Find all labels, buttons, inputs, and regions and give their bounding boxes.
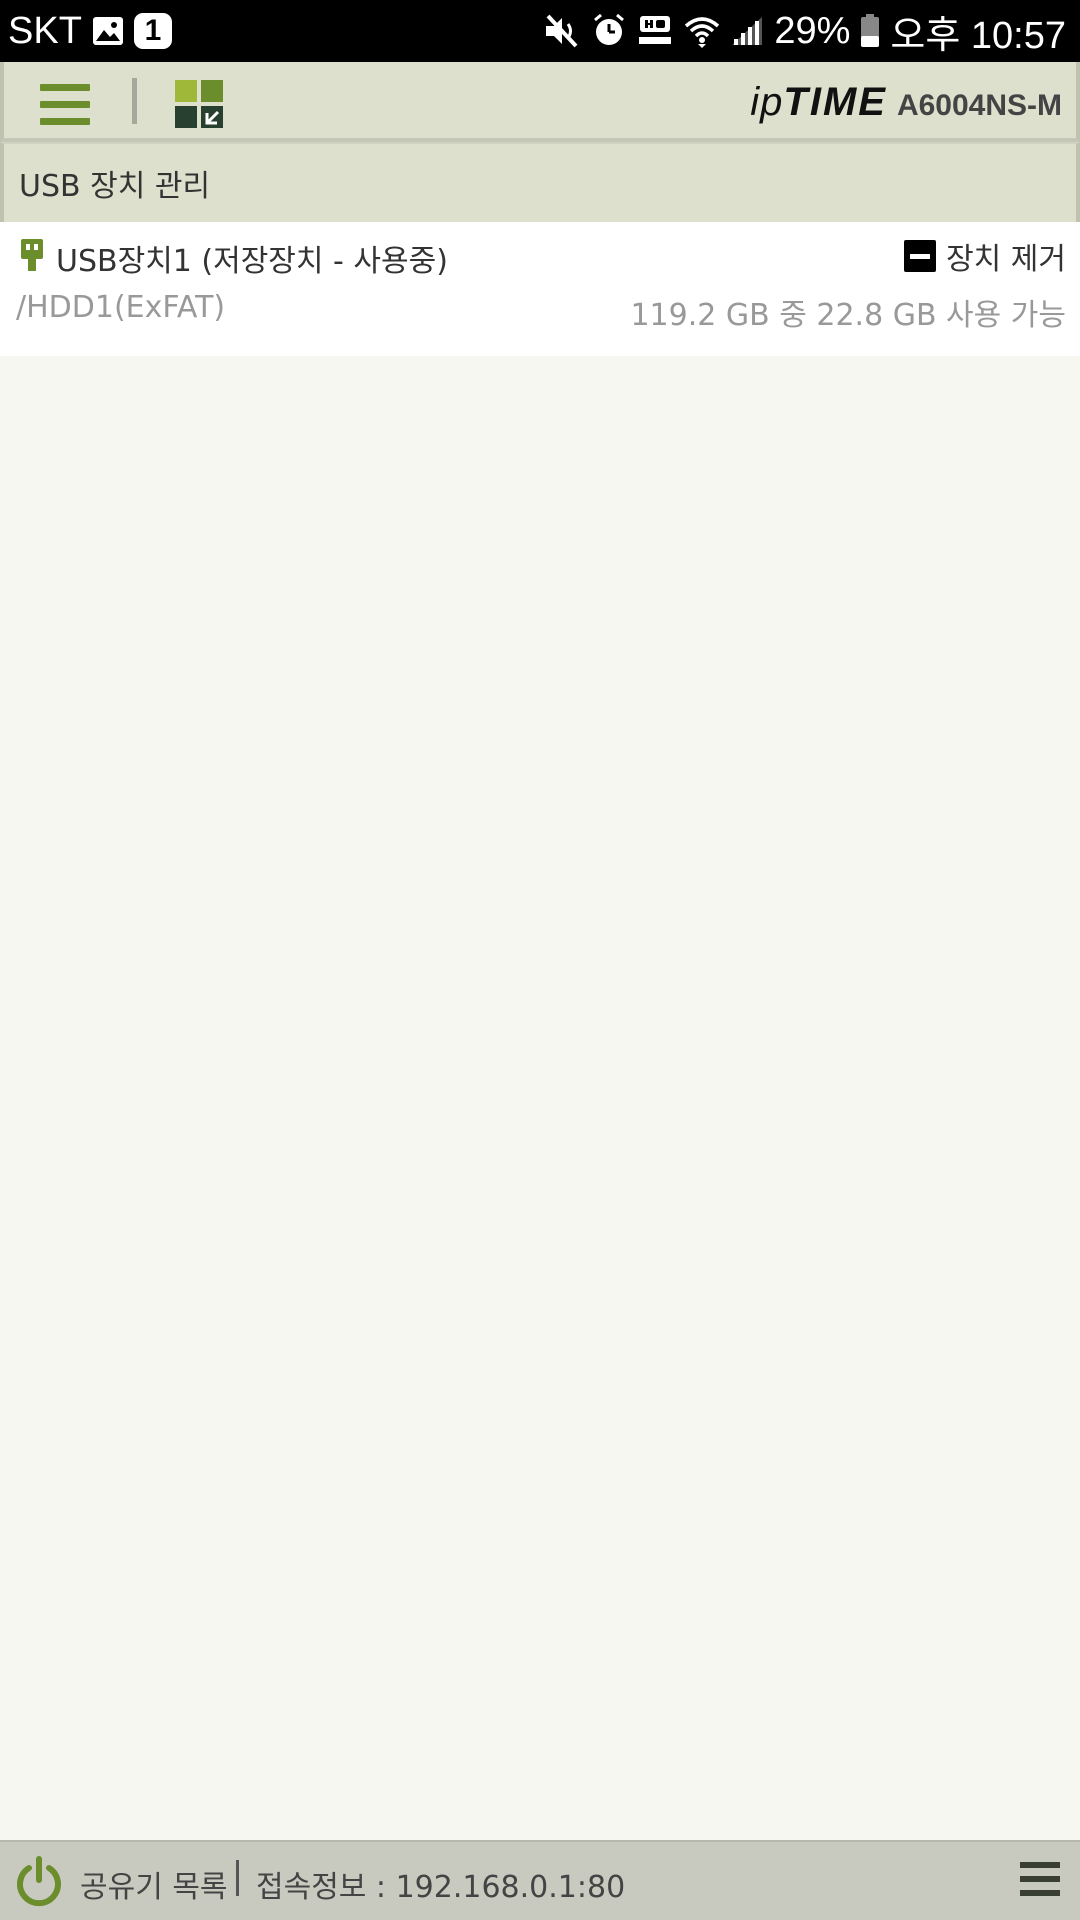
status-bar-left: SKT 1 xyxy=(8,10,172,53)
hamburger-line xyxy=(40,84,90,91)
minus-icon xyxy=(904,240,937,272)
hamburger-line xyxy=(40,101,90,108)
power-icon[interactable] xyxy=(14,1856,64,1912)
usb-device-name: USB장치1 (저장장치 - 사용중) xyxy=(56,244,448,279)
hd-voice-icon xyxy=(636,15,674,47)
section-title-text: USB 장치 관리 xyxy=(19,169,211,204)
section-title: USB 장치 관리 xyxy=(0,142,1080,222)
dashboard-grid-icon xyxy=(175,80,223,128)
status-bar-right: 29% 오후 10:57 xyxy=(544,4,1066,59)
notification-count-badge: 1 xyxy=(133,13,172,49)
usb-device-path: /HDD1(ExFAT) xyxy=(16,290,226,325)
clock: 오후 10:57 xyxy=(890,14,1066,57)
router-model: A6004NS-M xyxy=(896,89,1062,122)
hamburger-line xyxy=(40,118,90,125)
connection-info: 접속정보 : 192.168.0.1:80 xyxy=(256,1870,626,1905)
usb-device-card: USB장치1 (저장장치 - 사용중) 장치 제거 /HDD1(ExFAT) 1… xyxy=(0,222,1080,356)
iptime-logo: ipTIME xyxy=(750,80,887,124)
dashboard-button[interactable] xyxy=(175,80,225,130)
usb-device-capacity: 119.2 GB 중 22.8 GB 사용 가능 xyxy=(630,298,1066,333)
wifi-icon xyxy=(684,14,720,48)
footer-menu-line xyxy=(1020,1890,1060,1896)
router-list-link[interactable]: 공유기 목록 xyxy=(80,1862,228,1906)
header-divider xyxy=(132,78,137,124)
footer-divider xyxy=(236,1860,239,1896)
hamburger-menu-button[interactable] xyxy=(40,84,90,126)
footer-menu-line xyxy=(1020,1862,1060,1868)
status-bar: SKT 1 29% 오후 10:57 xyxy=(0,0,1080,62)
app-header: ipTIME A6004NS-M xyxy=(0,62,1080,142)
remove-device-button[interactable]: 장치 제거 xyxy=(904,234,1066,278)
signal-icon xyxy=(730,15,764,47)
mute-icon xyxy=(544,14,582,48)
usb-icon xyxy=(20,238,44,276)
image-notification-icon xyxy=(92,16,124,46)
battery-percent: 29% xyxy=(774,9,851,52)
brand: ipTIME A6004NS-M xyxy=(750,80,1062,125)
footer-menu-button[interactable] xyxy=(1020,1862,1060,1902)
battery-icon xyxy=(860,14,880,48)
footer-menu-line xyxy=(1020,1876,1060,1882)
carrier-label: SKT xyxy=(8,9,82,52)
footer-bar: 공유기 목록 접속정보 : 192.168.0.1:80 xyxy=(0,1840,1080,1920)
alarm-icon xyxy=(592,14,626,48)
remove-device-label: 장치 제거 xyxy=(946,242,1066,277)
